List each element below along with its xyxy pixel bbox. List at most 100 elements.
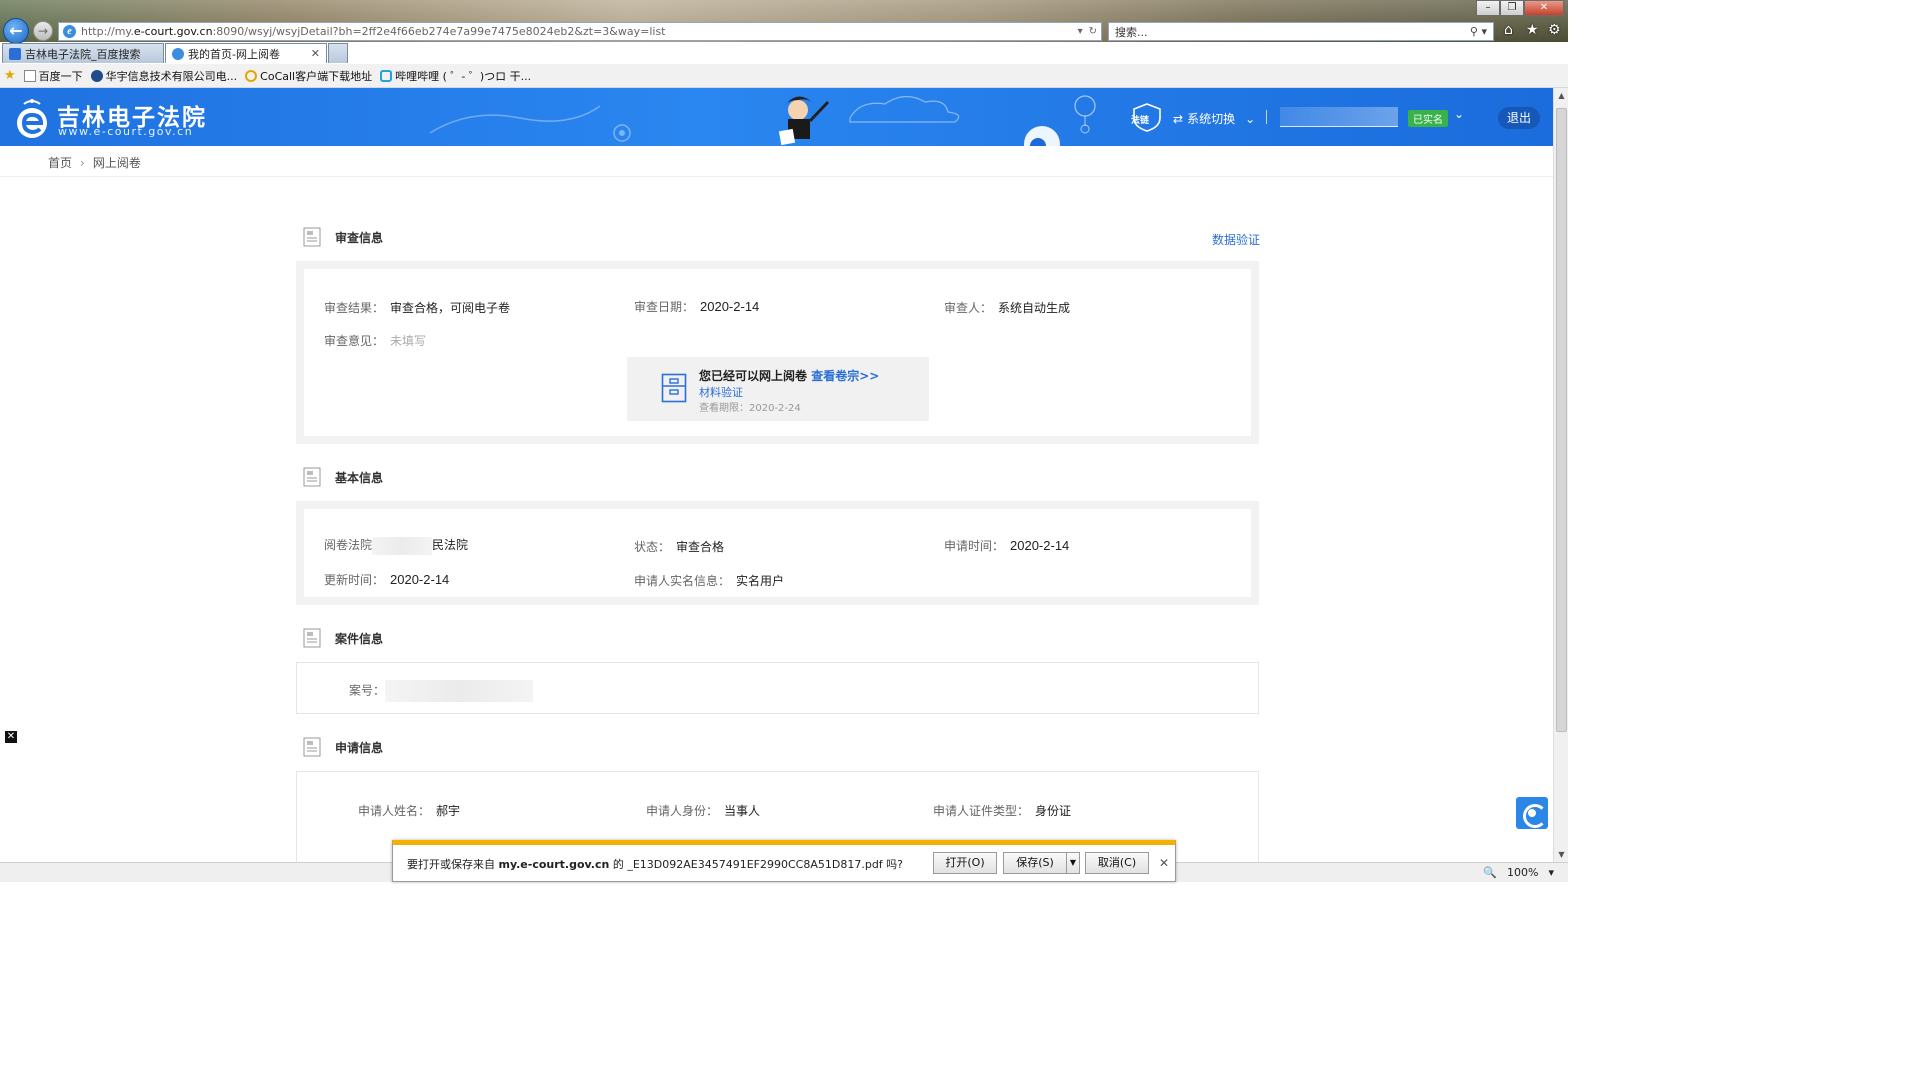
zoom-icon: 🔍 bbox=[1483, 866, 1498, 879]
applicant-id-type-field: 申请人证件类型： 身份证 bbox=[933, 804, 1072, 818]
case-card: 案号： bbox=[296, 662, 1259, 714]
zoom-control[interactable]: 🔍 100% ▾ bbox=[1483, 866, 1554, 879]
ie-page-icon: e bbox=[63, 25, 76, 38]
applicant-name-field: 申请人姓名： 郝宇 bbox=[358, 804, 461, 818]
switch-arrows-icon: ⇄ bbox=[1173, 111, 1184, 126]
main-content: 审查信息 数据验证 审查结果： 审查合格，可阅电子卷 审查日期： 2020-2-14… bbox=[0, 177, 1553, 862]
user-name-redacted[interactable] bbox=[1280, 107, 1398, 127]
favorite-item[interactable]: 哔哩哔哩 ( ゜- ゜)つロ 干... bbox=[380, 68, 531, 84]
favorite-item[interactable]: CoCall客户端下载地址 bbox=[245, 68, 372, 84]
gear-icon[interactable]: ⚙ bbox=[1548, 22, 1562, 38]
chevron-right-icon: › bbox=[80, 155, 85, 170]
open-button[interactable]: 打开(O) bbox=[933, 852, 997, 874]
cocall-icon bbox=[245, 69, 258, 82]
favorite-item[interactable]: 百度一下 bbox=[23, 68, 83, 84]
apply-time-field: 申请时间： 2020-2-14 bbox=[944, 538, 1070, 553]
new-tab-button[interactable] bbox=[328, 43, 348, 63]
maximize-button[interactable]: ❐ bbox=[1500, 0, 1524, 16]
document-icon bbox=[303, 227, 321, 247]
section-title: 申请信息 bbox=[335, 740, 384, 755]
document-icon bbox=[303, 467, 321, 487]
cancel-button[interactable]: 取消(C) bbox=[1085, 852, 1149, 874]
document-icon bbox=[303, 628, 321, 648]
view-file-link[interactable]: 查看卷宗>> bbox=[811, 369, 879, 383]
basic-section-header: 基本信息 bbox=[303, 467, 383, 487]
status-field: 状态： 审查合格 bbox=[634, 540, 725, 554]
floating-service-icon[interactable] bbox=[1516, 797, 1548, 829]
review-date-field: 审查日期： 2020-2-14 bbox=[634, 299, 760, 314]
address-bar[interactable]: e http://my.e-court.gov.cn:8090/wsyj/wsy… bbox=[58, 22, 1102, 41]
site-url: www.e-court.gov.cn bbox=[58, 125, 194, 138]
reviewer-field: 审查人： 系统自动生成 bbox=[944, 301, 1071, 315]
refresh-icon[interactable]: ↻ bbox=[1089, 26, 1097, 37]
favorites-star-icon[interactable]: ★ bbox=[1526, 22, 1540, 38]
cartoon-judge-illustration bbox=[778, 96, 830, 146]
review-result-field: 审查结果： 审查合格，可阅电子卷 bbox=[324, 301, 511, 315]
download-prompt: 要打开或保存来自 my.e-court.gov.cn 的 _E13D092AE3… bbox=[407, 858, 904, 871]
material-verify-link[interactable]: 材料验证 bbox=[699, 384, 743, 400]
realname-status-badge: 已实名 bbox=[1408, 110, 1448, 127]
back-button[interactable]: ← bbox=[3, 18, 29, 44]
tab-baidu[interactable]: 吉林电子法院_百度搜索 bbox=[2, 43, 164, 63]
favorites-star-icon[interactable]: ★ bbox=[4, 68, 16, 83]
read-access-notice: 您已经可以网上阅卷 查看卷宗>> 材料验证 查看期限：2020-2-24 bbox=[627, 357, 929, 421]
header-divider bbox=[1266, 110, 1267, 124]
site-header: 吉林电子法院 www.e-court.gov.cn 法链 ⇄ 系统切换 ⌄ 已实… bbox=[0, 88, 1553, 146]
realname-info-field: 申请人实名信息： 实名用户 bbox=[634, 574, 785, 588]
case-section-header: 案件信息 bbox=[303, 628, 383, 648]
fa-lian-shield-icon[interactable]: 法链 bbox=[1130, 102, 1164, 132]
scroll-thumb[interactable] bbox=[1556, 108, 1567, 732]
favorites-bar: ★ 百度一下 华宇信息技术有限公司电... CoCall客户端下载地址 哔哩哔哩… bbox=[0, 64, 1568, 88]
view-deadline: 查看期限：2020-2-24 bbox=[699, 403, 801, 414]
breadcrumb-current: 网上阅卷 bbox=[92, 156, 141, 170]
tab-current[interactable]: 我的首页-网上阅卷 ✕ bbox=[165, 43, 327, 63]
bilibili-tv-icon bbox=[380, 69, 393, 82]
data-verify-link[interactable]: 数据验证 bbox=[1212, 231, 1260, 248]
fa-lian-label: 法链 bbox=[1131, 114, 1150, 126]
logout-button[interactable]: 退出 bbox=[1498, 107, 1540, 129]
document-icon bbox=[303, 737, 321, 757]
vertical-scrollbar[interactable]: ▲ ▼ bbox=[1553, 88, 1568, 862]
update-time-field: 更新时间： 2020-2-14 bbox=[324, 572, 450, 587]
redacted-case-number bbox=[385, 680, 534, 702]
chevron-down-icon[interactable]: ⌄ bbox=[1454, 107, 1464, 121]
forward-button[interactable]: → bbox=[33, 21, 53, 41]
system-switch-button[interactable]: ⇄ 系统切换 ⌄ bbox=[1173, 110, 1255, 127]
close-tab-icon[interactable]: ✕ bbox=[311, 47, 320, 60]
chevron-down-icon: ▾ bbox=[1548, 866, 1554, 879]
section-title: 案件信息 bbox=[335, 631, 384, 646]
breadcrumb: 首页 › 网上阅卷 bbox=[48, 154, 141, 171]
page-icon bbox=[23, 69, 36, 82]
section-title: 审查信息 bbox=[335, 230, 384, 245]
minimize-button[interactable]: – bbox=[1476, 0, 1500, 16]
breadcrumb-home[interactable]: 首页 bbox=[48, 154, 72, 171]
close-icon[interactable]: ✕ bbox=[1159, 856, 1169, 870]
dropdown-arrow-icon[interactable]: ▾ bbox=[1078, 26, 1083, 37]
redacted-text bbox=[372, 536, 433, 555]
home-icon[interactable]: ⌂ bbox=[1504, 22, 1518, 38]
court-logo-icon bbox=[17, 99, 47, 138]
court-field: 阅卷法院 民法院 bbox=[324, 536, 468, 555]
review-opinion-field: 审查意见： 未填写 bbox=[324, 334, 427, 348]
globe-icon bbox=[90, 69, 103, 82]
scroll-up-icon[interactable]: ▲ bbox=[1554, 88, 1569, 103]
url-text: http://my.e-court.gov.cn:8090/wsyj/wsyjD… bbox=[81, 25, 666, 38]
save-button[interactable]: 保存(S) bbox=[1003, 852, 1067, 874]
search-input[interactable]: 搜索... ⚲ ▾ bbox=[1108, 22, 1494, 41]
archive-box-icon bbox=[661, 373, 687, 403]
basic-card: 阅卷法院 民法院 状态： 审查合格 申请时间： 2020-2-14 更新时间： 2020… bbox=[296, 501, 1259, 605]
section-title: 基本信息 bbox=[335, 470, 384, 485]
save-dropdown-icon[interactable]: ▼ bbox=[1066, 852, 1080, 874]
chevron-down-icon: ⌄ bbox=[1245, 111, 1256, 126]
scroll-down-icon[interactable]: ▼ bbox=[1554, 847, 1569, 862]
search-icon[interactable]: ⚲ ▾ bbox=[1470, 25, 1493, 38]
applicant-identity-field: 申请人身份： 当事人 bbox=[646, 804, 761, 818]
baidu-paw-icon bbox=[9, 47, 21, 60]
favorite-item[interactable]: 华宇信息技术有限公司电... bbox=[90, 68, 237, 84]
applicant-section-header: 申请信息 bbox=[303, 737, 383, 757]
close-icon[interactable]: ✕ bbox=[5, 731, 17, 743]
review-card: 审查结果： 审查合格，可阅电子卷 审查日期： 2020-2-14 审查人： 系统自动生… bbox=[296, 261, 1259, 444]
close-window-button[interactable]: ✕ bbox=[1524, 0, 1564, 16]
download-notification-bar: 要打开或保存来自 my.e-court.gov.cn 的 _E13D092AE3… bbox=[392, 840, 1176, 882]
review-section-header: 审查信息 bbox=[303, 227, 383, 247]
